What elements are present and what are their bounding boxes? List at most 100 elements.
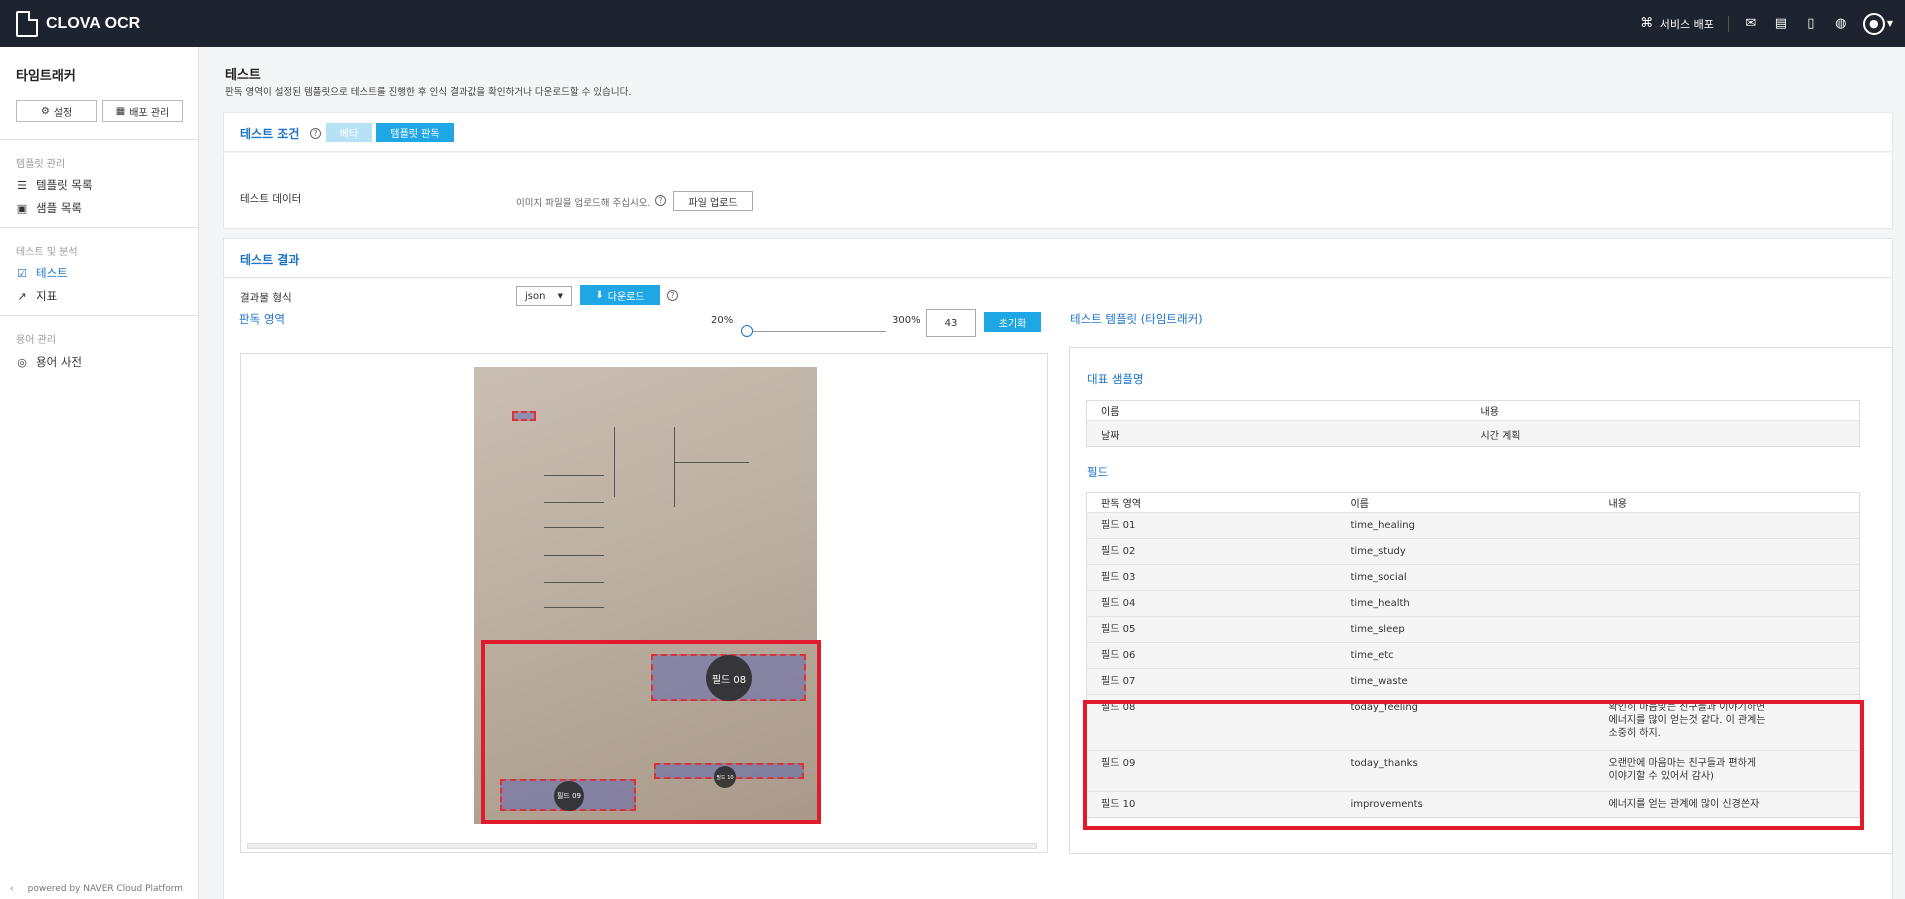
cell: 필드 05 xyxy=(1086,616,1337,643)
file-upload-button[interactable]: 파일 업로드 xyxy=(673,191,753,211)
conditions-header: 테스트 조건 ? 베타 템플릿 판독 xyxy=(223,112,1893,152)
sidebar-footer: ‹ powered by NAVER Cloud Platform xyxy=(10,884,184,894)
highlight-box-table xyxy=(1083,700,1864,830)
chevron-down-icon: ▼ xyxy=(1886,19,1893,28)
sidebar-title: 타임트래커 xyxy=(16,69,76,84)
image-icon: ▣ xyxy=(16,201,28,215)
cell: 필드 02 xyxy=(1086,538,1337,565)
cell: time_etc xyxy=(1336,642,1595,669)
rep-sample-table: 이름 내용 날짜 시간 계획 xyxy=(1086,400,1860,447)
user-menu[interactable]: ● ▼ xyxy=(1862,12,1893,35)
globe-icon[interactable]: ◍ xyxy=(1833,16,1849,32)
tab-beta[interactable]: 베타 xyxy=(326,123,372,142)
sidebar-item-metrics[interactable]: ↗ 지표 xyxy=(16,288,57,304)
table-row[interactable]: 필드 07 time_waste xyxy=(1086,668,1860,695)
table-row[interactable]: 필드 01 time_healing xyxy=(1086,512,1860,539)
results-title: 테스트 결과 xyxy=(240,253,300,267)
cell: time_healing xyxy=(1336,512,1595,539)
cell xyxy=(1594,564,1860,591)
cell: time_study xyxy=(1336,538,1595,565)
divider xyxy=(1727,15,1729,32)
field-zone-small[interactable] xyxy=(512,411,536,421)
deploy-icon: ▦ xyxy=(115,105,126,117)
app-logo[interactable]: CLOVA OCR xyxy=(16,10,140,37)
sidebar-item-template-list[interactable]: ☰ 템플릿 목록 xyxy=(16,177,93,193)
user-avatar-icon: ● xyxy=(1862,12,1885,35)
cell xyxy=(1594,590,1860,617)
cell: time_waste xyxy=(1336,668,1595,695)
chevron-left-icon[interactable]: ‹ xyxy=(10,884,14,894)
format-label: 결과물 형식 xyxy=(240,292,292,304)
rep-sample-title: 대표 샘플명 xyxy=(1087,372,1144,386)
table-row[interactable]: 필드 04 time_health xyxy=(1086,590,1860,617)
section-template-manage: 템플릿 관리 xyxy=(16,159,66,170)
sidebar: 타임트래커 ⚙ 설정 ▦ 배포 관리 템플릿 관리 ☰ 템플릿 목록 ▣ 샘플 목록 테… xyxy=(0,47,199,899)
page-title: 테스트 xyxy=(225,68,261,83)
zoom-min: 20% xyxy=(711,315,734,326)
cell xyxy=(1594,616,1860,643)
col-read-area: 판독 영역 xyxy=(1086,492,1337,513)
chat-icon[interactable]: ✉ xyxy=(1743,16,1759,32)
sidebar-item-sample-list[interactable]: ▣ 샘플 목록 xyxy=(16,200,82,216)
conditions-body: 테스트 데이터 이미지 파일을 업로드해 주십시오. ? 파일 업로드 xyxy=(223,153,1893,229)
zoom-slider-track[interactable] xyxy=(746,331,886,332)
conditions-title: 테스트 조건 xyxy=(240,127,300,141)
col-name: 이름 xyxy=(1336,492,1595,513)
download-button[interactable]: ⬇ 다운로드 xyxy=(580,285,660,305)
table-row[interactable]: 필드 05 time_sleep xyxy=(1086,616,1860,643)
guide-icon[interactable]: ▯ xyxy=(1803,16,1819,32)
gear-icon: ⚙ xyxy=(40,105,50,117)
table-row[interactable]: 날짜 시간 계획 xyxy=(1086,420,1860,447)
chevron-down-icon: ▼ xyxy=(557,292,563,300)
test-data-label: 테스트 데이터 xyxy=(240,193,302,205)
table-row[interactable]: 필드 06 time_etc xyxy=(1086,642,1860,669)
sidebar-item-test[interactable]: ☑ 테스트 xyxy=(16,265,68,281)
tab-template-read[interactable]: 템플릿 판독 xyxy=(376,123,454,142)
table-row[interactable]: 필드 02 time_study xyxy=(1086,538,1860,565)
zoom-max: 300% xyxy=(892,315,921,326)
cell xyxy=(1594,642,1860,669)
settings-button[interactable]: ⚙ 설정 xyxy=(16,100,97,122)
divider xyxy=(0,227,199,228)
help-icon[interactable]: ? xyxy=(310,128,321,139)
section-test-analysis: 테스트 및 분석 xyxy=(16,247,78,258)
divider xyxy=(0,315,199,316)
page-description: 판독 영역이 설정된 템플릿으로 테스트를 진행한 후 인식 결과값을 확인하거… xyxy=(225,87,632,98)
cell: 필드 07 xyxy=(1086,668,1337,695)
sitemap-icon: ⌘ xyxy=(1640,16,1654,31)
cell: 필드 03 xyxy=(1086,564,1337,591)
check-icon: ☑ xyxy=(17,266,27,280)
cell xyxy=(1594,512,1860,539)
notice-icon[interactable]: ▤ xyxy=(1773,16,1789,32)
fields-title: 필드 xyxy=(1087,465,1109,479)
upload-hint: 이미지 파일을 업로드해 주십시오. xyxy=(516,198,651,209)
zoom-input[interactable]: 43 xyxy=(926,309,976,337)
cell xyxy=(1594,668,1860,695)
cell: time_social xyxy=(1336,564,1595,591)
cell: 필드 01 xyxy=(1086,512,1337,539)
cell: time_health xyxy=(1336,590,1595,617)
help-icon[interactable]: ? xyxy=(667,290,678,301)
col-content: 내용 xyxy=(1466,400,1860,421)
results-header: 테스트 결과 xyxy=(223,238,1893,278)
horizontal-scrollbar[interactable] xyxy=(247,843,1037,849)
reset-button[interactable]: 초기화 xyxy=(984,312,1041,332)
zoom-slider-handle[interactable] xyxy=(741,325,753,337)
col-name: 이름 xyxy=(1086,400,1467,421)
cell xyxy=(1594,538,1860,565)
download-icon: ⬇ xyxy=(595,289,604,301)
document-icon xyxy=(16,10,38,37)
sidebar-item-dictionary[interactable]: ◎ 용어 사전 xyxy=(16,354,82,370)
format-select[interactable]: json ▼ xyxy=(516,286,572,306)
help-icon[interactable]: ? xyxy=(655,195,666,206)
cell: 시간 계획 xyxy=(1466,420,1860,447)
service-deploy-button[interactable]: ⌘ 서비스 배포 xyxy=(1639,16,1714,32)
deploy-manage-button[interactable]: ▦ 배포 관리 xyxy=(102,100,183,122)
table-row[interactable]: 필드 03 time_social xyxy=(1086,564,1860,591)
col-content: 내용 xyxy=(1594,492,1860,513)
read-area-title: 판독 영역 xyxy=(239,312,285,326)
cell: time_sleep xyxy=(1336,616,1595,643)
top-bar: CLOVA OCR ⌘ 서비스 배포 ✉ ▤ ▯ ◍ ● ▼ xyxy=(0,0,1905,47)
template-title: 테스트 템플릿 (타임트래커) xyxy=(1070,312,1203,326)
section-term-manage: 용어 관리 xyxy=(16,335,56,346)
